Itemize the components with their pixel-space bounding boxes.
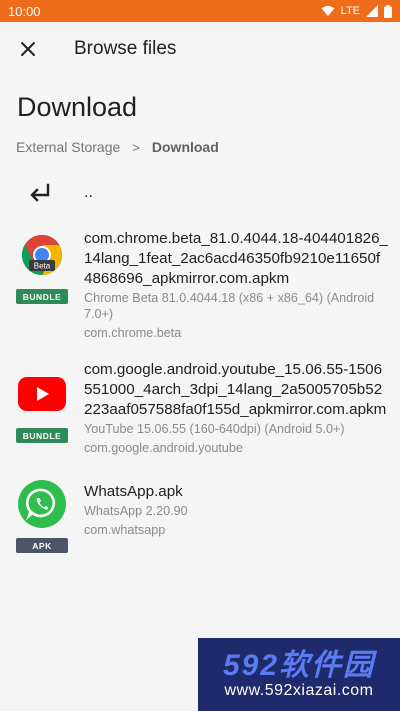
file-package: com.whatsapp [84,523,166,537]
file-item-youtube[interactable]: BUNDLE com.google.android.youtube_15.06.… [0,360,400,456]
file-icon-column: BUNDLE [16,360,68,443]
status-time: 10:00 [8,3,41,19]
file-text: com.chrome.beta_81.0.4044.18-404401826_1… [84,229,388,341]
breadcrumb-separator: > [132,139,140,155]
file-package: com.chrome.beta [84,326,182,340]
chrome-beta-icon-label: Beta [34,262,51,271]
file-text: com.google.android.youtube_15.06.55-1506… [84,360,388,456]
apk-badge: APK [16,538,68,553]
file-name: com.google.android.youtube_15.06.55-1506… [84,361,387,418]
whatsapp-icon [16,478,68,530]
file-text: WhatsApp.apk WhatsApp 2.20.90 com.whatsa… [84,482,388,538]
wifi-icon [321,6,335,16]
app-title: Browse files [74,38,177,59]
status-icons: LTE [321,4,392,18]
file-description: WhatsApp 2.20.90 [84,504,188,518]
status-bar: 10:00 LTE [0,0,400,22]
bundle-badge: BUNDLE [16,289,68,304]
battery-icon [384,4,392,18]
watermark-brand: 592软件园 [222,648,376,682]
chrome-beta-icon: Beta [16,229,68,281]
file-icon-column: APK [16,480,68,553]
watermark: 592软件园 www.592xiazai.com [198,638,400,711]
app-bar: Browse files [0,22,400,76]
file-list: .. Beta BUNDLE com.chrome.beta_81.0.4044… [0,170,400,553]
return-arrow-icon [30,183,50,202]
file-item-chrome-beta[interactable]: Beta BUNDLE com.chrome.beta_81.0.4044.18… [0,229,400,341]
bundle-badge: BUNDLE [16,428,68,443]
close-button[interactable] [16,37,40,61]
signal-icon [366,5,378,17]
file-item-whatsapp[interactable]: APK WhatsApp.apk WhatsApp 2.20.90 com.wh… [0,480,400,553]
file-package: com.google.android.youtube [84,441,243,455]
youtube-icon [16,368,68,420]
breadcrumb-download[interactable]: Download [152,139,219,155]
network-type: LTE [340,5,360,17]
file-icon-column: Beta BUNDLE [16,229,68,304]
close-icon [21,42,35,56]
file-name: com.chrome.beta_81.0.4044.18-404401826_1… [84,230,388,287]
file-description: Chrome Beta 81.0.4044.18 (x86 + x86_64) … [84,291,375,321]
file-description: YouTube 15.06.55 (160-640dpi) (Android 5… [84,422,345,436]
parent-directory-label: .. [84,184,93,201]
breadcrumb-external-storage[interactable]: External Storage [16,139,120,155]
page-title: Download [17,92,138,122]
breadcrumb: External Storage > Download [0,134,400,160]
parent-directory-item[interactable]: .. [0,170,400,216]
file-name: WhatsApp.apk [84,483,183,500]
watermark-url: www.592xiazai.com [224,681,374,699]
